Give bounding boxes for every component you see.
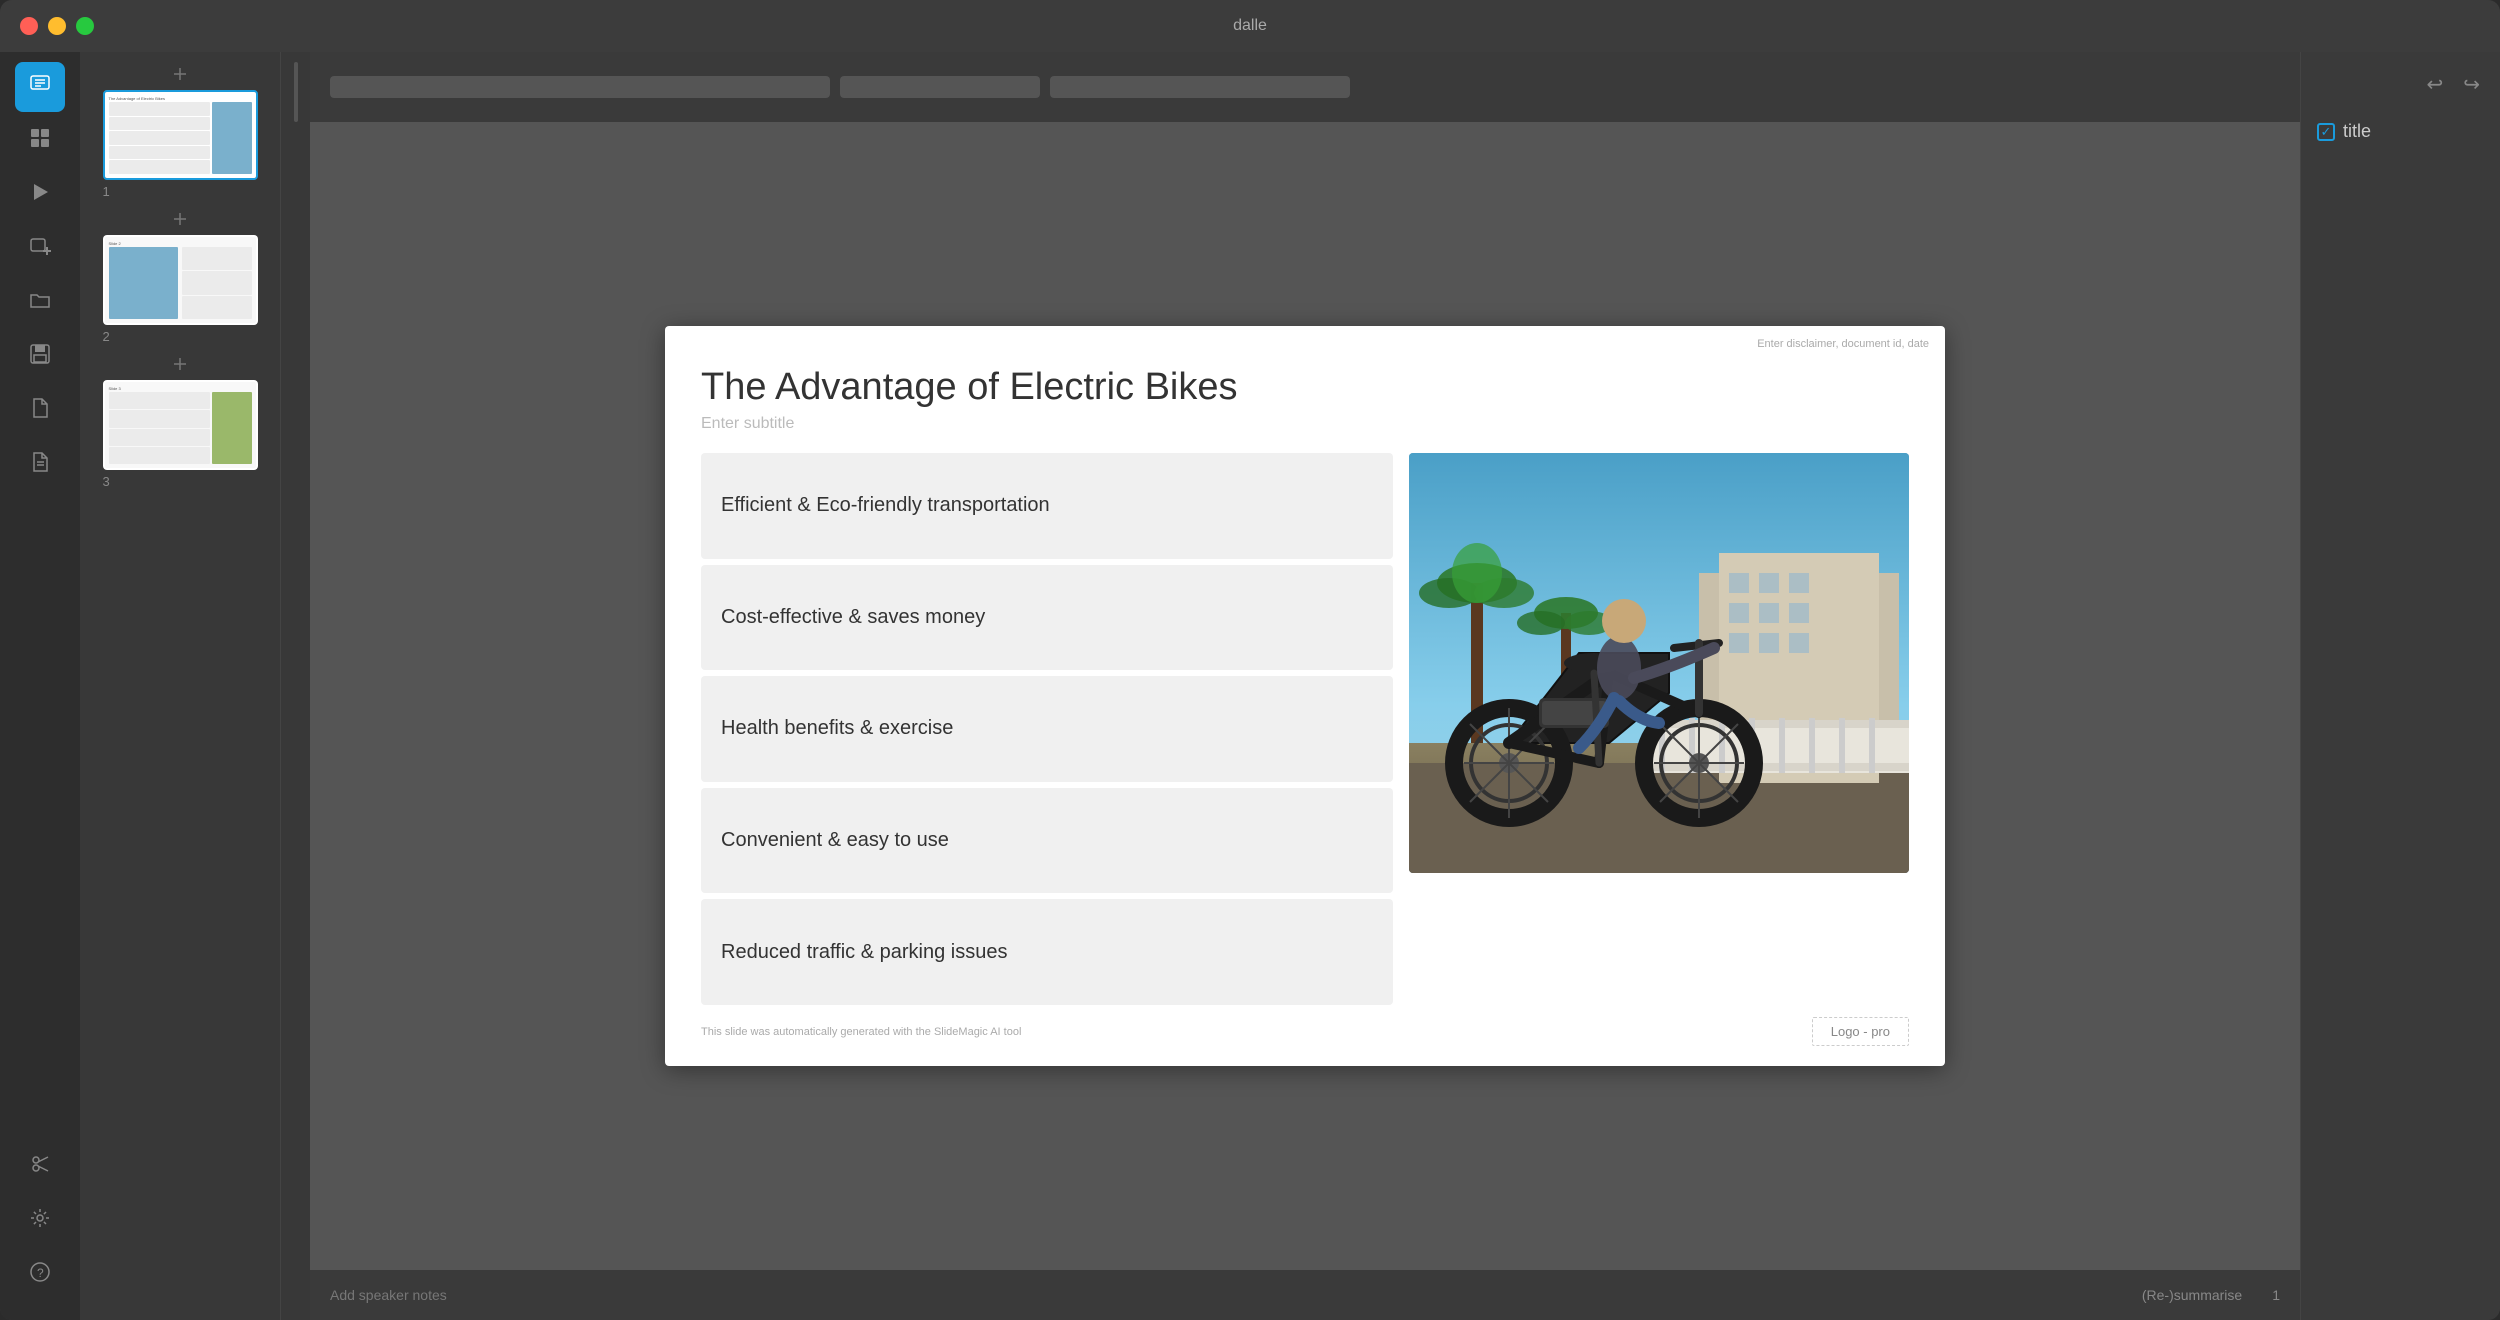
slide-content: The Advantage of Electric Bikes Enter su… (665, 326, 1945, 1066)
slide-number-3: 3 (103, 474, 258, 489)
speaker-notes-input[interactable]: Add speaker notes (330, 1287, 447, 1303)
svg-text:?: ? (37, 1266, 44, 1280)
undo-button[interactable]: ↩ (2422, 68, 2447, 101)
document-icon (29, 451, 51, 479)
sidebar-item-play[interactable] (15, 170, 65, 220)
slide-disclaimer: Enter disclaimer, document id, date (1757, 338, 1929, 350)
traffic-lights (20, 17, 94, 35)
add-slide-icon (29, 235, 51, 263)
title-checkbox-label: title (2343, 121, 2371, 142)
sidebar-item-save[interactable] (15, 332, 65, 382)
top-toolbar (310, 52, 2300, 122)
bottom-right: (Re-)summarise 1 (2142, 1287, 2280, 1303)
slide-thumbnail-2[interactable]: Slide 2 (103, 235, 258, 325)
fullscreen-button[interactable] (76, 17, 94, 35)
toolbar-bar-3[interactable] (1050, 76, 1350, 98)
toolbar-bar-2[interactable] (840, 76, 1040, 98)
play-icon (29, 181, 51, 209)
title-checkbox-row: ✓ title (2317, 121, 2484, 142)
toolbar-bar-1[interactable] (330, 76, 830, 98)
title-checkbox[interactable]: ✓ (2317, 123, 2335, 141)
add-slide-above-2[interactable] (120, 207, 240, 231)
right-panel: ↩ ↪ ✓ title (2300, 52, 2500, 1320)
slide-title[interactable]: The Advantage of Electric Bikes (701, 366, 1909, 409)
slide-number-1: 1 (103, 184, 258, 199)
slide-body: Efficient & Eco-friendly transportation … (701, 453, 1909, 1005)
slide-thumb-wrapper-2: Slide 2 2 (90, 207, 270, 344)
sidebar-item-settings[interactable] (15, 1196, 65, 1246)
help-icon: ? (29, 1261, 51, 1289)
page-number: 1 (2272, 1287, 2280, 1303)
slide-number-2: 2 (103, 329, 258, 344)
settings-gear-icon (29, 1207, 51, 1235)
close-button[interactable] (20, 17, 38, 35)
add-slide-above-3[interactable] (120, 352, 240, 376)
slide-footer: This slide was automatically generated w… (701, 1009, 1909, 1046)
sidebar-item-folder[interactable] (15, 278, 65, 328)
sidebar-bottom: ? (15, 1142, 65, 1310)
bullet-item-1[interactable]: Cost-effective & saves money (701, 565, 1393, 671)
scissors-icon (29, 1153, 51, 1181)
slide-footer-text: This slide was automatically generated w… (701, 1026, 1021, 1038)
summarise-button[interactable]: (Re-)summarise (2142, 1287, 2242, 1303)
sidebar-item-export2[interactable] (15, 440, 65, 490)
app-title: dalle (1233, 17, 1267, 35)
slide-thumbnail-1[interactable]: The Advantage of Electric Bikes (103, 90, 258, 180)
redo-button[interactable]: ↪ (2459, 68, 2484, 101)
save-icon (29, 343, 51, 371)
slide-thumb-wrapper-1: The Advantage of Electric Bikes (90, 62, 270, 199)
bottom-bar: Add speaker notes (Re-)summarise 1 (310, 1270, 2300, 1320)
scroll-area (280, 52, 310, 1320)
slide-thumbnail-3[interactable]: Slide 3 (103, 380, 258, 470)
add-slide-above-1[interactable] (120, 62, 240, 86)
titlebar: dalle (0, 0, 2500, 52)
right-panel-top-actions: ↩ ↪ (2317, 68, 2484, 101)
sidebar-item-slides[interactable] (15, 62, 65, 112)
slide-canvas[interactable]: Enter disclaimer, document id, date The … (665, 326, 1945, 1066)
sidebar-item-scissors[interactable] (15, 1142, 65, 1192)
app-window: dalle (0, 0, 2500, 1320)
bullet-item-4[interactable]: Reduced traffic & parking issues (701, 899, 1393, 1005)
bullet-list: Efficient & Eco-friendly transportation … (701, 453, 1393, 1005)
grid-icon (29, 127, 51, 155)
minimize-button[interactable] (48, 17, 66, 35)
bullet-item-2[interactable]: Health benefits & exercise (701, 676, 1393, 782)
slide-thumb-wrapper-3: Slide 3 3 (90, 352, 270, 489)
slides-panel: The Advantage of Electric Bikes (80, 52, 280, 1320)
slide-image[interactable] (1409, 453, 1909, 873)
bullet-item-0[interactable]: Efficient & Eco-friendly transportation (701, 453, 1393, 559)
file-icon (29, 397, 51, 425)
app-body: ? The Advantage of Electric Bikes (0, 52, 2500, 1320)
folder-icon (29, 289, 51, 317)
slides-icon (29, 73, 51, 101)
bullet-item-3[interactable]: Convenient & easy to use (701, 788, 1393, 894)
main-area: Enter disclaimer, document id, date The … (310, 52, 2300, 1320)
sidebar-item-help[interactable]: ? (15, 1250, 65, 1300)
canvas-area: Enter disclaimer, document id, date The … (310, 122, 2300, 1270)
logo-pro-box[interactable]: Logo - pro (1812, 1017, 1909, 1046)
scroll-track[interactable] (294, 62, 298, 122)
checkmark-icon: ✓ (2321, 124, 2332, 140)
left-sidebar: ? (0, 52, 80, 1320)
sidebar-item-grid[interactable] (15, 116, 65, 166)
slide-subtitle[interactable]: Enter subtitle (701, 415, 1909, 433)
sidebar-item-add[interactable] (15, 224, 65, 274)
sidebar-item-export1[interactable] (15, 386, 65, 436)
